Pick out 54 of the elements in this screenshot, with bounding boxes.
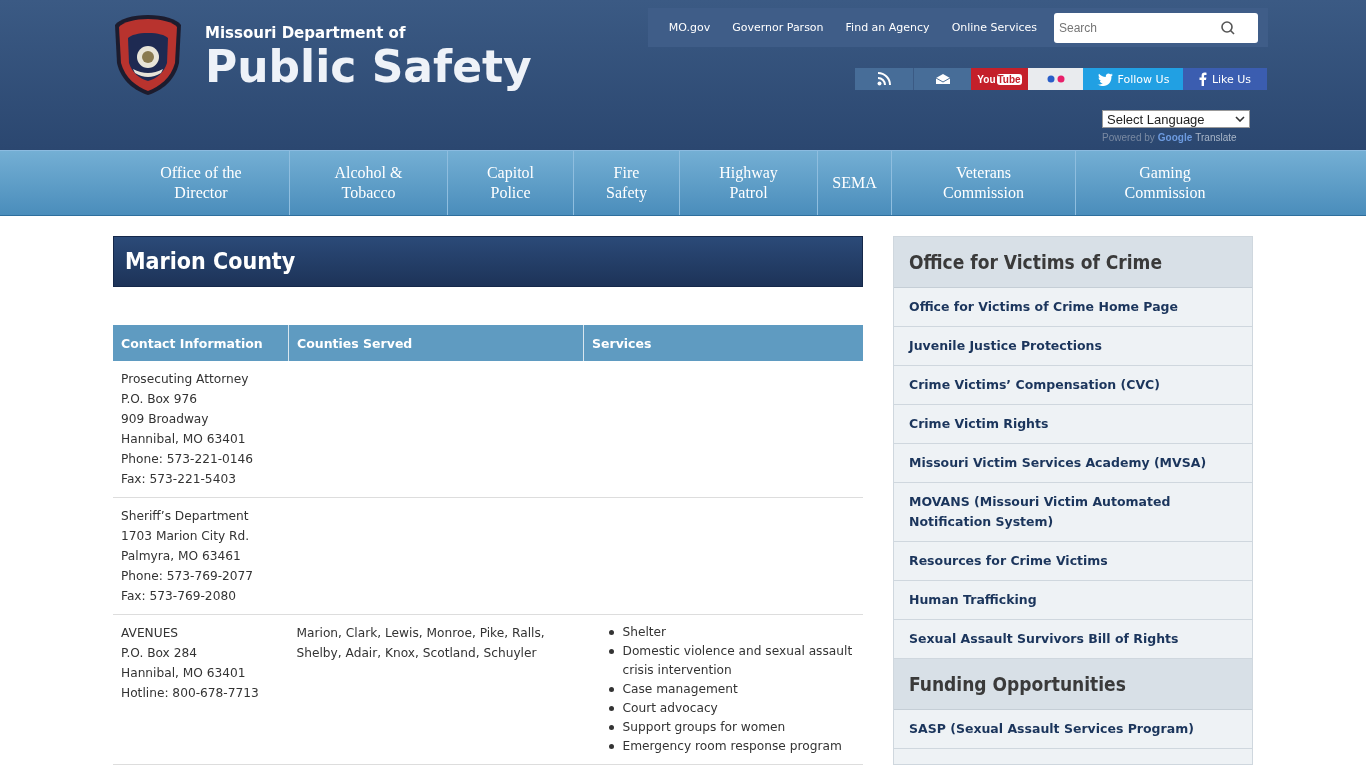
counties-text: Marion, Clark, Lewis, Monroe, Pike, Ralls, Shelby, Adair, Knox, Scotland, Schuyler [296,625,546,662]
powered-by-text: Powered by [1102,132,1155,143]
flickr-button[interactable] [1028,68,1083,90]
f-icon [1198,72,1207,86]
bullet-icon [608,649,614,654]
top-link[interactable]: Governor Parson [721,21,835,34]
bullet-icon [608,725,614,730]
column-header: Services [583,325,863,361]
column-header: Counties Served [288,325,584,361]
page-title: Marion County [113,236,863,287]
bird-icon [1096,72,1113,86]
service-item: Support groups for women [622,719,786,736]
top-link[interactable]: MO.gov [657,21,722,34]
sidebar-link[interactable]: Office for Victims of Crime Home Page [894,288,1252,327]
sidebar-link[interactable]: Human Trafficking [894,581,1252,620]
sidebar-link[interactable]: Crime Victims’ Compensation (CVC) [894,366,1252,405]
bullet-icon [608,630,614,635]
google-text: Google [1157,132,1193,143]
service-item: Domestic violence and sexual assault crisis intervention [622,643,854,679]
sidebar-link[interactable]: Crime Victim Rights [894,405,1252,444]
sidebar-link[interactable]: Resources for Crime Victims [894,542,1252,581]
sidebar-heading: Funding Opportunities [894,659,1252,710]
two-dots-icon [1045,75,1066,83]
sidebar-link[interactable]: SASP (Sexual Assault Services Program) [894,710,1252,749]
translate-link[interactable]: Translate [1195,132,1237,143]
top-link[interactable]: Find an Agency [834,21,941,34]
language-dropdown[interactable]: Select Language [1102,110,1250,128]
search-field[interactable]: Search [1054,12,1258,43]
youtube-button[interactable]: You Tube [971,68,1028,90]
sidebar-link[interactable]: MOVANS (Missouri Victim Automated Notification System) [894,483,1252,542]
bullet-icon [608,706,614,711]
sidebar-heading: Office for Victims of Crime [894,237,1252,288]
top-link[interactable]: Online Services [940,21,1048,34]
agency-name: Public Safety [205,41,532,93]
caret-icon [1235,116,1245,122]
service-item: Case management [622,681,738,698]
contact-info: Prosecuting Attorney P.O. Box 976 909 Broadway Hannibal, MO 63401 Phone: 573-221-0146 Fax: 573-221-5403 [121,371,255,488]
sidebar-link[interactable]: Missouri Victim Services Academy (MVSA) [894,444,1252,483]
rss-button[interactable] [855,68,914,90]
bullet-icon [608,687,614,692]
rss-icon [877,72,891,86]
agency-line: Missouri Department of [205,23,407,43]
bullet-icon [608,744,614,749]
search-icon [1220,19,1236,36]
contact-info: Sheriff’s Department 1703 Marion City Rd. Palmyra, MO 63461 Phone: 573-769-2077 Fax: 573-769-2080 [121,508,255,605]
service-item: Shelter [622,624,667,641]
sidebar-link[interactable]: Juvenile Justice Protections [894,327,1252,366]
column-header: Contact Information [113,325,289,361]
facebook-button[interactable]: Like Us [1183,68,1267,90]
service-item: Court advocacy [622,700,718,717]
email-button[interactable] [914,68,971,90]
service-item: Emergency room response program [622,738,842,755]
contact-info: AVENUES P.O. Box 284 Hannibal, MO 63401 Hotline: 800-678-7713 [121,625,260,702]
envelope-icon [934,73,951,85]
